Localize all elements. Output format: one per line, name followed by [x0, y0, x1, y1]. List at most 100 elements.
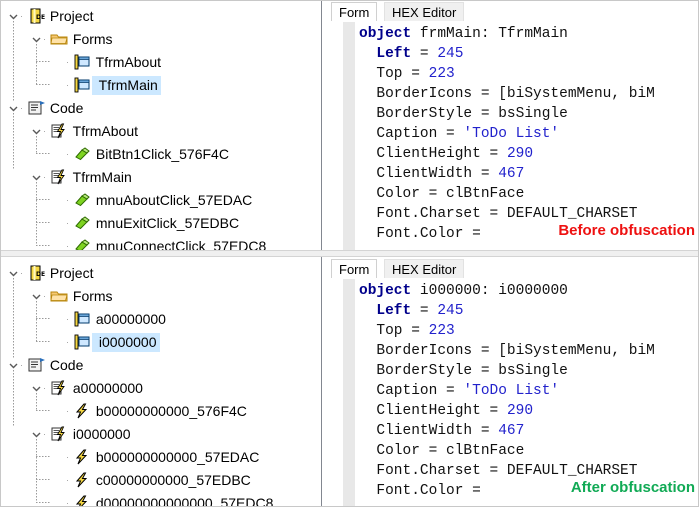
code-line: ClientWidth = 467 — [359, 164, 699, 184]
tab-form[interactable]: Form — [331, 259, 378, 279]
tree-item-mnuconnectclick-57edc8[interactable]: · mnuConnectClick_57EDC8 — [0, 234, 321, 250]
tree-item-label: mnuAboutClick_57EDAC — [92, 192, 253, 209]
method-icon — [73, 146, 92, 162]
code-token: 223 — [428, 323, 455, 339]
tree-item-code[interactable]: · Code — [0, 353, 321, 376]
tree-guide-line — [36, 301, 37, 341]
code-line: Font.Charset = DEFAULT_CHARSET — [359, 204, 699, 224]
source-view-panel: Form HEX Editor object frmMain: TfrmMain L… — [329, 0, 699, 250]
code-token: Top = — [359, 66, 429, 82]
tree-item-forms[interactable]: · Forms — [0, 27, 321, 50]
code-token: BorderIcons = [biSystemMenu, biM — [359, 343, 655, 359]
tree-guide-line — [13, 21, 14, 101]
tree-connector: · — [66, 337, 69, 348]
code-token: Font.Color = — [359, 483, 490, 499]
method-icon — [73, 192, 92, 208]
code-line: Caption = 'ToDo List' — [359, 381, 699, 401]
tree-item-label: TfrmMain — [69, 169, 132, 186]
form-icon — [73, 334, 92, 350]
code-token: Top = — [359, 323, 429, 339]
code-token: 290 — [506, 403, 534, 419]
unit-icon — [50, 123, 69, 139]
bolt-icon — [73, 449, 92, 465]
tree-guide-line — [36, 182, 37, 245]
code-token: Caption = — [359, 126, 464, 142]
code-token: ClientHeight = — [359, 146, 507, 162]
code-token: Left — [376, 46, 412, 62]
tab-bar: Form HEX Editor — [329, 0, 699, 22]
code-line: Color = clBtnFace — [359, 441, 699, 461]
tree-item-label: Project — [46, 8, 94, 25]
tree-guide-line — [36, 199, 50, 200]
obfuscation-comparison-screenshot: · DE Project · Forms · TfrmAbout · TfrmMain ·… — [0, 0, 699, 507]
code-token: Caption = — [359, 383, 464, 399]
project-tree[interactable]: · DE Project · Forms · TfrmAbout · TfrmMain ·… — [0, 0, 321, 250]
tree-item-label: i0000000 — [92, 333, 160, 353]
code-line: Top = 223 — [359, 64, 699, 84]
code-token: ClientWidth = — [359, 166, 499, 182]
code-line: object i000000: i0000000 — [359, 281, 699, 301]
tree-item-label: b00000000000_576F4C — [92, 403, 247, 420]
project-tree-panel[interactable]: · DE Project · Forms · a00000000 · i0000000 ·… — [0, 257, 322, 507]
panel-after: · DE Project · Forms · a00000000 · i0000000 ·… — [0, 257, 699, 507]
tab-hex-editor[interactable]: HEX Editor — [384, 2, 465, 22]
code-token: 'ToDo List' — [463, 126, 560, 142]
code-editor[interactable]: object frmMain: TfrmMain Left = 245 Top … — [329, 22, 699, 250]
code-token: BorderStyle = bsSingle — [359, 363, 568, 379]
tree-item-i0000000[interactable]: · i0000000 — [0, 422, 321, 445]
tree-guide-line — [36, 479, 50, 480]
bolt-icon — [73, 472, 92, 488]
svg-text:DE: DE — [36, 271, 45, 278]
code-token: Font.Charset = DEFAULT_CHARSET — [359, 463, 638, 479]
project-tree-panel[interactable]: · DE Project · Forms · TfrmAbout · TfrmMain ·… — [0, 0, 322, 250]
tab-hex-editor[interactable]: HEX Editor — [384, 259, 465, 279]
tree-guide-line — [13, 278, 14, 358]
tree-item-project[interactable]: · DE Project — [0, 261, 321, 284]
tree-item-label: c00000000000_57EDBC — [92, 472, 251, 489]
tree-guide-line — [36, 222, 50, 223]
tree-item-a00000000[interactable]: · a00000000 — [0, 376, 321, 399]
tree-connector: · — [20, 360, 23, 371]
code-token: Font.Charset = DEFAULT_CHARSET — [359, 206, 638, 222]
method-icon — [73, 238, 92, 250]
code-token: Font.Color = — [359, 226, 490, 242]
tree-item-code[interactable]: · Code — [0, 96, 321, 119]
project-tree[interactable]: · DE Project · Forms · a00000000 · i0000000 ·… — [0, 257, 321, 507]
code-line: BorderStyle = bsSingle — [359, 361, 699, 381]
code-editor[interactable]: object i000000: i0000000 Left = 245 Top … — [329, 279, 699, 507]
code-token: 'ToDo List' — [463, 383, 560, 399]
code-line: Caption = 'ToDo List' — [359, 124, 699, 144]
tab-form[interactable]: Form — [331, 2, 378, 22]
code-token: object — [359, 26, 420, 42]
code-token: 290 — [506, 146, 534, 162]
tree-connector: · — [66, 475, 69, 486]
source-view-panel: Form HEX Editor object i000000: i0000000 L… — [329, 257, 699, 507]
tree-connector: · — [66, 314, 69, 325]
tree-item-label: TfrmMain — [92, 76, 161, 96]
tree-item-label: TfrmAbout — [92, 54, 161, 71]
tree-connector: · — [66, 195, 69, 206]
tree-item-d00000000000000-57edc8[interactable]: · d00000000000000_57EDC8 — [0, 491, 321, 507]
tree-connector: · — [66, 80, 69, 91]
tree-connector: · — [66, 57, 69, 68]
code-line: BorderStyle = bsSingle — [359, 104, 699, 124]
tree-connector: · — [43, 34, 46, 45]
tree-item-project[interactable]: · DE Project — [0, 4, 321, 27]
tree-connector: · — [20, 103, 23, 114]
tree-item-label: Project — [46, 265, 94, 282]
tree-guide-line — [36, 44, 37, 84]
tree-item-tfrmabout[interactable]: · TfrmAbout — [0, 119, 321, 142]
tree-item-forms[interactable]: · Forms — [0, 284, 321, 307]
tree-guide-line — [36, 318, 50, 319]
tree-guide-line — [36, 502, 50, 503]
tree-item-label: BitBtn1Click_576F4C — [92, 146, 229, 163]
tree-connector: · — [66, 241, 69, 250]
tree-item-tfrmmain[interactable]: · TfrmMain — [0, 165, 321, 188]
code-token: BorderStyle = bsSingle — [359, 106, 568, 122]
folder-icon — [50, 288, 69, 304]
editor-gutter — [343, 279, 355, 507]
code-line: ClientHeight = 290 — [359, 144, 699, 164]
folder-icon — [50, 31, 69, 47]
tree-guide-line — [13, 113, 14, 170]
form-icon — [73, 311, 92, 327]
